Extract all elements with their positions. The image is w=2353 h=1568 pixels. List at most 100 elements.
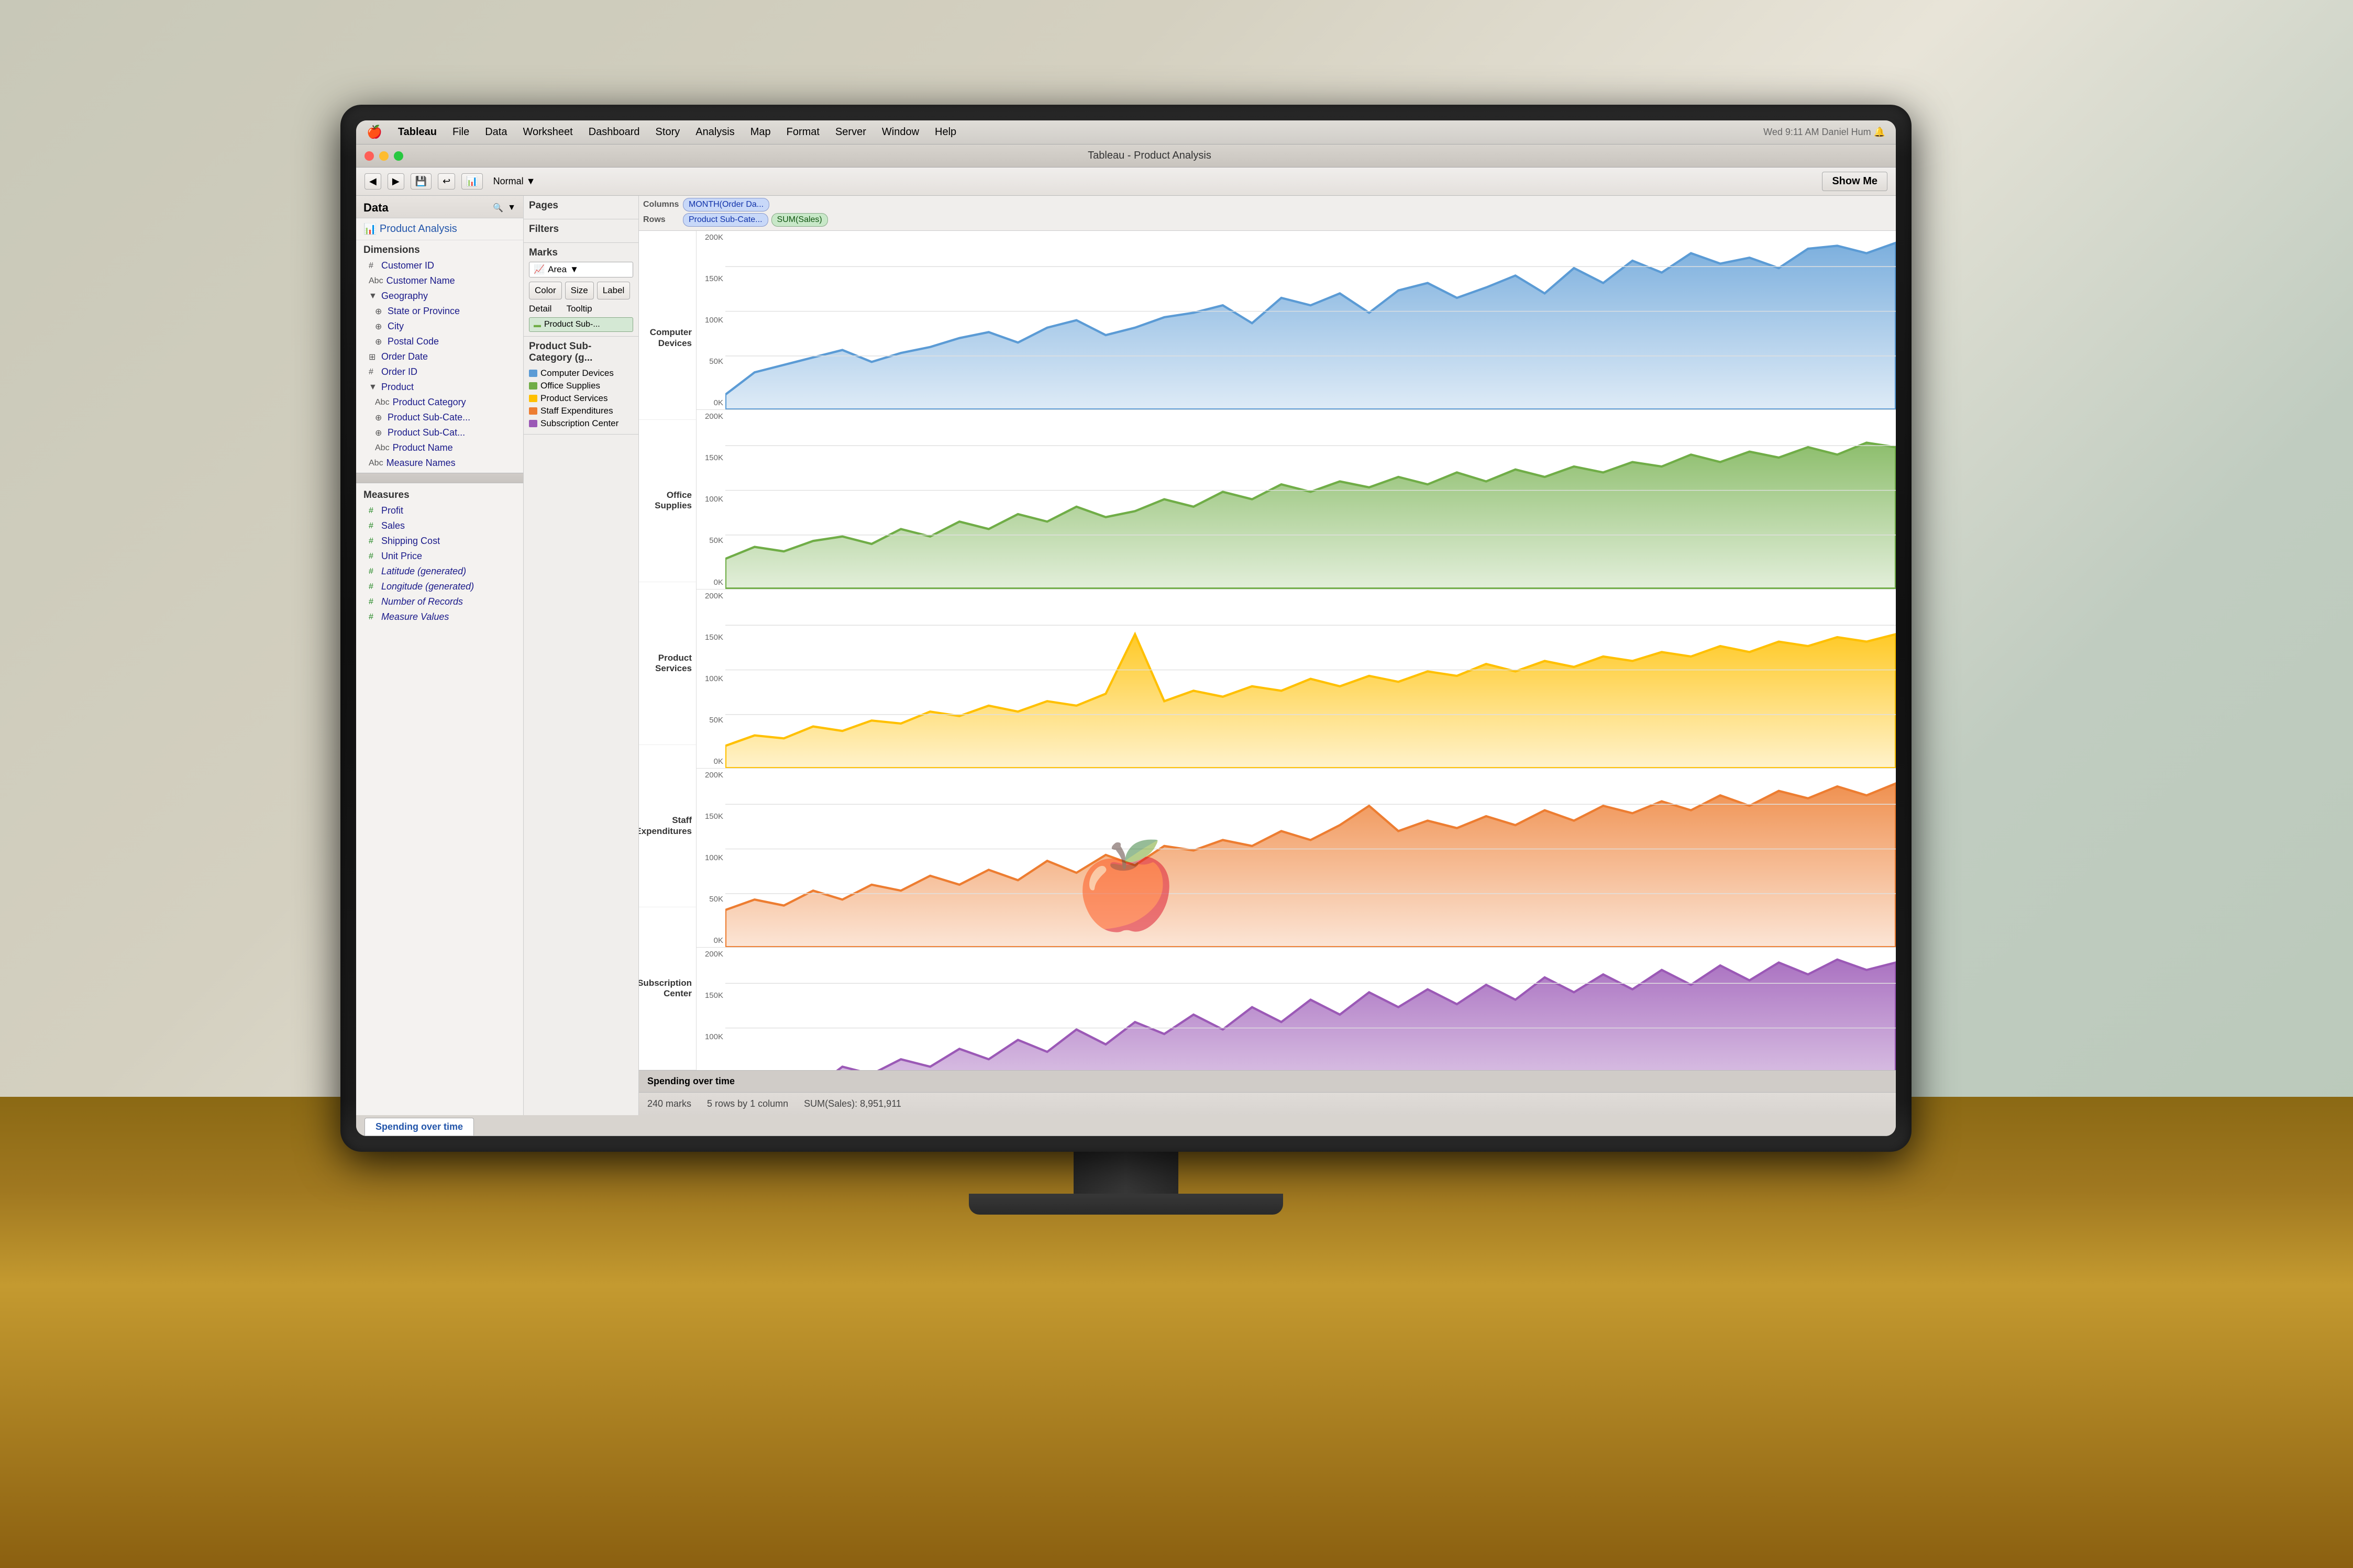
undo-button[interactable]: ↩ [438, 173, 455, 190]
size-button[interactable]: Size [565, 282, 594, 299]
legend-label-product: Product Services [540, 393, 608, 404]
map-menu[interactable]: Map [750, 126, 771, 138]
y-label-0k-1: 0K [699, 398, 723, 407]
marks-area-icon: 📈 [534, 264, 545, 275]
data-source-item[interactable]: 📊 Product Analysis [356, 218, 523, 240]
sum-sales-label: SUM(Sales): 8,951,911 [804, 1098, 901, 1109]
legend-color-subscription [529, 420, 537, 427]
data-panel-search[interactable]: 🔍 [493, 203, 503, 213]
field-icon-postal: ⊕ [375, 337, 384, 347]
field-icon-customer-id: # [369, 261, 378, 271]
field-product-subcat2[interactable]: ⊕ Product Sub-Cat... [356, 425, 523, 440]
y-label-200k-3: 200K [699, 592, 723, 600]
rows-shelf: Rows Product Sub-Cate... SUM(Sales) [643, 213, 1892, 227]
label-button[interactable]: Label [597, 282, 631, 299]
field-geography[interactable]: ▼ Geography [356, 288, 523, 304]
field-icon-prod-cat: Abc [375, 398, 390, 407]
story-menu[interactable]: Story [656, 126, 680, 138]
row-label-office: Office Supplies [639, 420, 696, 583]
color-button[interactable]: Color [529, 282, 562, 299]
maximize-button[interactable] [394, 151, 403, 161]
field-order-id[interactable]: # Order ID [356, 364, 523, 380]
chart-canvas: Computer Devices Office Supplies Product… [639, 231, 1896, 1070]
measure-shipping[interactable]: # Shipping Cost [356, 533, 523, 549]
measure-unit-price[interactable]: # Unit Price [356, 549, 523, 564]
legend-color-office [529, 382, 537, 390]
chart-svg-staff [725, 769, 1896, 947]
field-state[interactable]: ⊕ State or Province [356, 304, 523, 319]
help-menu[interactable]: Help [935, 126, 956, 138]
marks-pill-icon: ▬ [534, 320, 541, 329]
legend-item-office: Office Supplies [529, 380, 633, 392]
data-panel-menu[interactable]: ▼ [507, 203, 516, 213]
save-button[interactable]: 💾 [411, 173, 432, 190]
shelf-columns: Columns MONTH(Order Da... Rows Product S… [639, 196, 1896, 231]
minimize-button[interactable] [379, 151, 389, 161]
chart-bottom-tabs: Spending over time [639, 1070, 1896, 1092]
marks-pill-product-subcat[interactable]: ▬ Product Sub-... [529, 317, 633, 332]
measure-values[interactable]: # Measure Values [356, 609, 523, 625]
show-me-button[interactable]: Show Me [1822, 172, 1887, 191]
field-product-category[interactable]: Abc Product Category [356, 395, 523, 410]
rows-pill-sales[interactable]: SUM(Sales) [771, 213, 828, 227]
field-customer-id[interactable]: # Customer ID [356, 258, 523, 273]
field-product-subcat1[interactable]: ⊕ Product Sub-Cate... [356, 410, 523, 425]
data-menu[interactable]: Data [485, 126, 507, 138]
imac-screen-housing: 🍎 Tableau File Data Worksheet Dashboard … [340, 105, 1912, 1152]
marks-buttons-group: Color Size Label [529, 282, 633, 299]
columns-pill-month[interactable]: MONTH(Order Da... [683, 198, 769, 212]
field-postal-code[interactable]: ⊕ Postal Code [356, 334, 523, 349]
sheet-tab-spending[interactable]: Spending over time [364, 1118, 474, 1136]
y-label-150k-2: 150K [699, 453, 723, 462]
field-label-customer-id: Customer ID [381, 260, 434, 271]
forward-button[interactable]: ▶ [388, 173, 404, 190]
worksheet-menu[interactable]: Worksheet [523, 126, 572, 138]
measure-sales[interactable]: # Sales [356, 518, 523, 533]
analysis-menu[interactable]: Analysis [695, 126, 734, 138]
app-name-menu[interactable]: Tableau [398, 126, 437, 138]
file-menu[interactable]: File [452, 126, 469, 138]
dashboard-menu[interactable]: Dashboard [589, 126, 640, 138]
new-sheet-button[interactable]: 📊 [461, 173, 482, 190]
window-menu[interactable]: Window [882, 126, 919, 138]
y-label-200k-4: 200K [699, 771, 723, 780]
rows-pill-subcat[interactable]: Product Sub-Cate... [683, 213, 768, 227]
field-customer-name[interactable]: Abc Customer Name [356, 273, 523, 288]
field-product-name[interactable]: Abc Product Name [356, 440, 523, 455]
measure-icon-values: # [369, 613, 378, 622]
field-city[interactable]: ⊕ City [356, 319, 523, 334]
measure-num-records[interactable]: # Number of Records [356, 594, 523, 609]
field-measure-names[interactable]: Abc Measure Names [356, 455, 523, 471]
y-label-100k-2: 100K [699, 495, 723, 504]
measure-longitude[interactable]: # Longitude (generated) [356, 579, 523, 594]
measure-profit[interactable]: # Profit [356, 503, 523, 518]
marks-type-dropdown[interactable]: 📈 Area ▼ [529, 262, 633, 277]
legend-label-office: Office Supplies [540, 381, 600, 391]
window-title: Tableau - Product Analysis [412, 150, 1887, 162]
legend-color-product [529, 395, 537, 402]
server-menu[interactable]: Server [835, 126, 866, 138]
normal-dropdown[interactable]: Normal ▼ [493, 176, 536, 187]
tableau-application: 🍎 Tableau File Data Worksheet Dashboard … [356, 120, 1896, 1136]
field-order-date[interactable]: ⊞ Order Date [356, 349, 523, 364]
rows-label: Rows [643, 215, 680, 225]
field-product-group[interactable]: ▼ Product [356, 380, 523, 395]
imac-computer: 🍎 Tableau File Data Worksheet Dashboard … [314, 105, 1938, 1361]
pages-title: Pages [529, 200, 633, 212]
row-label-computer: Computer Devices [639, 257, 696, 420]
marks-title: Marks [529, 247, 633, 259]
chart-row-product-services: 200K 150K 100K 50K 0K [697, 590, 1896, 769]
back-button[interactable]: ◀ [364, 173, 381, 190]
y-axis-subscription: 200K 150K 100K 50K 0K [697, 948, 725, 1070]
pages-panel: Pages [524, 196, 638, 219]
measure-latitude[interactable]: # Latitude (generated) [356, 564, 523, 579]
y-axis-staff: 200K 150K 100K 50K 0K [697, 769, 725, 947]
close-button[interactable] [364, 151, 374, 161]
format-menu[interactable]: Format [787, 126, 820, 138]
charts-container: 200K 150K 100K 50K 0K [697, 231, 1896, 1070]
legend-color-computer [529, 370, 537, 377]
data-panel-title: Data [363, 201, 389, 215]
apple-menu-icon[interactable]: 🍎 [367, 125, 382, 140]
measure-icon-lon: # [369, 582, 378, 592]
window-controls [364, 151, 403, 161]
